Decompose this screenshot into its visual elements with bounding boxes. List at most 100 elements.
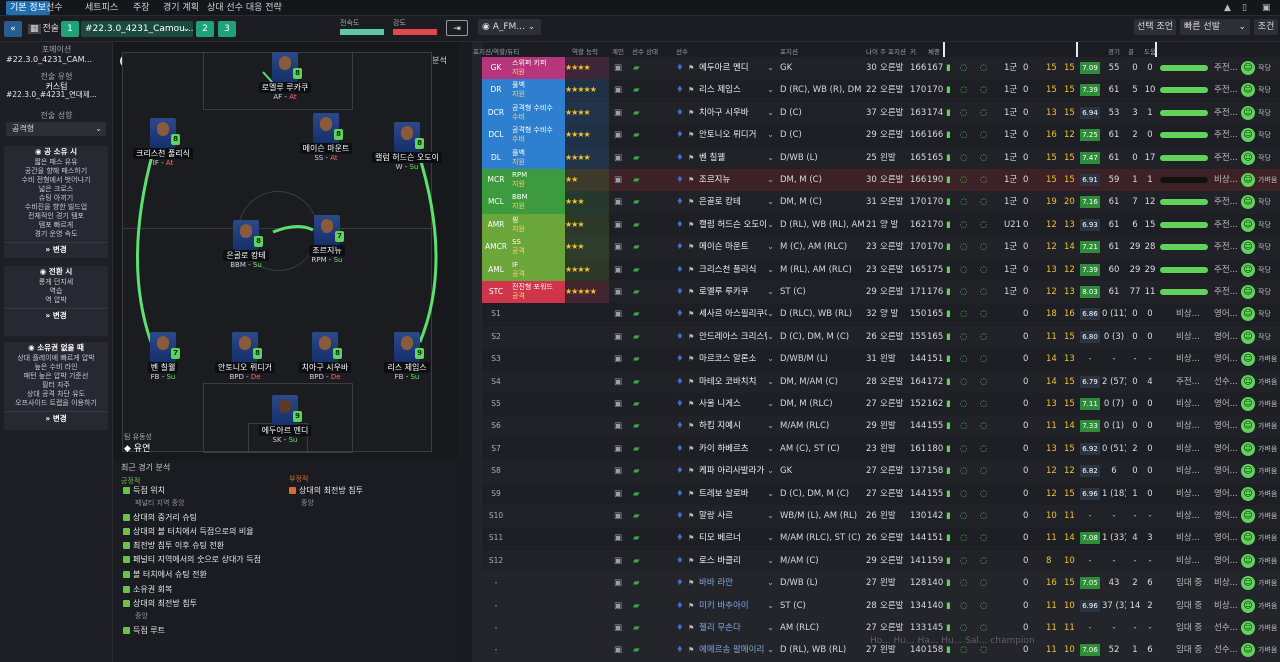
table-row[interactable]: S4 ▣ ▰ ♦ ⚑ 마테오 코바치치 ⌄ DM, M/AM (C) 28 오른발 164 172 ▮ ◌… <box>482 370 1280 393</box>
tab-set-pieces[interactable]: 세트피스 <box>85 1 118 15</box>
change-button[interactable]: » 변경 <box>4 242 108 256</box>
role-cell[interactable]: 전진형 포워드 공격 <box>510 281 565 304</box>
chevron-down-icon[interactable]: ⌄ <box>767 303 775 325</box>
chevron-down-icon[interactable]: ⌄ <box>767 595 775 617</box>
chevron-down-icon[interactable]: ⌄ <box>767 147 775 169</box>
position-cell[interactable]: S5 <box>482 393 510 415</box>
player-name[interactable]: 케파 아리사발라가 <box>699 460 767 482</box>
col-player[interactable]: 선수 <box>676 46 688 56</box>
position-cell[interactable]: DR <box>482 79 510 102</box>
position-cell[interactable]: DCL <box>482 124 510 147</box>
chevron-down-icon[interactable]: ⌄ <box>767 102 775 124</box>
chevron-down-icon[interactable]: ⌄ <box>767 550 775 572</box>
table-row[interactable]: S3 ▣ ▰ ♦ ⚑ 마르코스 알론소 ⌄ D/WB/M (L) 31 왼발 144 151 ▮ ◌ ◌ 0 1… <box>482 348 1280 371</box>
table-drag-handle[interactable] <box>472 42 482 662</box>
player-card[interactable]: 7 조르지뉴 RPM - Su <box>292 215 362 265</box>
col-condition[interactable]: 선수 상태 <box>632 46 658 56</box>
col-height[interactable]: 키 <box>910 46 916 56</box>
table-row[interactable]: AML IF 공격 ★★★★ ▣ ▰ ♦ ⚑ 크리스천 풀리식 ⌄ M (RL), AM (RLC)… <box>482 258 1280 281</box>
table-row[interactable]: MCL BBM 지원 ★★★ ▣ ▰ ♦ ⚑ 은골로 캉테 ⌄ DM, M (C) 31 오른발 170 1… <box>482 191 1280 214</box>
col-goals[interactable]: 골 <box>1128 46 1134 56</box>
player-name[interactable]: 카이 하베르츠 <box>699 438 767 460</box>
tactic-slot-1[interactable]: 1 <box>61 21 79 37</box>
chevron-down-icon[interactable]: ⌄ <box>767 371 775 393</box>
position-cell[interactable]: AMR <box>482 213 510 237</box>
player-name[interactable]: 첼리 무손다 <box>699 617 767 639</box>
chevron-down-icon[interactable]: ⌄ <box>767 505 775 527</box>
change-button[interactable]: » 변경 <box>4 308 108 322</box>
table-row[interactable]: STC 전진형 포워드 공격 ★★★★★ ▣ ▰ ♦ ⚑ 로멜루 루카쿠 ⌄ ST (C) 29 오른발… <box>482 281 1280 304</box>
player-card[interactable]: 7벤 칠웰 FB - Su <box>128 332 198 382</box>
chevron-down-icon[interactable]: ⌄ <box>767 483 775 505</box>
player-name[interactable]: 말랑 사르 <box>699 505 767 527</box>
chevron-down-icon[interactable]: ⌄ <box>767 57 775 79</box>
col-positions[interactable]: 포지션 <box>780 46 798 56</box>
selection-advice-button[interactable]: 선택 조언 <box>1134 19 1176 35</box>
position-cell[interactable]: STC <box>482 281 510 304</box>
chevron-down-icon[interactable]: ⌄ <box>767 639 775 661</box>
tactic-select[interactable]: #22.3.0_4231_Camou... ⌄ <box>81 21 193 37</box>
chevron-down-icon[interactable]: ⌄ <box>767 617 775 639</box>
position-cell[interactable]: S3 <box>482 348 510 370</box>
chevron-down-icon[interactable]: ⌄ <box>767 191 775 213</box>
player-name[interactable]: 안토니오 뤼디거 <box>699 124 767 146</box>
table-row[interactable]: S7 ▣ ▰ ♦ ⚑ 카이 하베르츠 ⌄ AM (C), ST (C) 23 왼발 161 180 ▮ ◌… <box>482 437 1280 461</box>
player-name[interactable]: 마르코스 알론소 <box>699 348 767 370</box>
mentality-select[interactable]: 공격형 ⌄ <box>6 122 106 136</box>
table-row[interactable]: S10 ▣ ▰ ♦ ⚑ 말랑 사르 ⌄ WB/M (L), AM (RL) 26 왼발 130 142… <box>482 505 1280 528</box>
player-card[interactable]: 8 안토니오 뤼디거 BPD - De <box>210 332 280 382</box>
tab-opposition[interactable]: 상대 선수 대응 전략 <box>207 1 282 15</box>
col-age[interactable]: 나이 <box>866 46 878 56</box>
chevron-down-icon[interactable]: ⌄ <box>767 460 775 482</box>
player-card[interactable]: 8 메이슨 마운트 SS - At <box>291 113 361 163</box>
table-row[interactable]: S2 ▣ ▰ ♦ ⚑ 안드레아스 크리스텐센⌄ D (C), DM, M (C) 26오른발 1… <box>482 325 1280 349</box>
tab-match-plan[interactable]: 경기 계획 <box>163 1 199 15</box>
table-row[interactable]: S1 ▣ ▰ ♦ ⚑ 세사르 아스필리쿠에타⌄ D (RLC), WB (RL) 32양 발 1… <box>482 303 1280 326</box>
table-row[interactable]: DCL 공격형 수비수 수비 ★★★★ ▣ ▰ ♦ ⚑ 안토니오 뤼디거 ⌄ D (C) 29 오른발 1… <box>482 124 1280 147</box>
position-cell[interactable]: S2 <box>482 326 510 348</box>
position-cell[interactable]: DCR <box>482 101 510 125</box>
chevron-down-icon[interactable]: ⌄ <box>767 281 775 303</box>
tactic-slot-3[interactable]: 3 <box>218 21 236 37</box>
chevron-down-icon[interactable]: ⌄ <box>767 572 775 594</box>
player-name[interactable]: 트레보 살로바 <box>699 483 767 505</box>
col-games[interactable]: 경기 <box>1108 46 1120 56</box>
lock-icon[interactable]: ▲ <box>1224 1 1231 15</box>
chevron-down-icon[interactable]: ⌄ <box>767 527 775 549</box>
position-cell[interactable]: - <box>482 572 510 594</box>
table-row[interactable]: S9 ▣ ▰ ♦ ⚑ 트레보 살로바 ⌄ D (C), DM, M (C) 27 오른발 144 15… <box>482 482 1280 505</box>
player-name[interactable]: 에두아르 멘디 <box>699 57 767 79</box>
position-cell[interactable]: S9 <box>482 483 510 505</box>
player-name[interactable]: 로멜루 루카쿠 <box>699 281 767 303</box>
reset-icon[interactable]: ⇥ <box>446 20 468 36</box>
table-row[interactable]: S6 ▣ ▰ ♦ ⚑ 하킴 지예시 ⌄ M/AM (RLC) 29 왼발 144 155 ▮ ◌ ◌ 0 11 1… <box>482 415 1280 438</box>
role-cell[interactable]: 스위퍼 키퍼 지원 <box>510 57 565 80</box>
view-select[interactable]: ◉ A_FM... ⌄ <box>478 19 541 35</box>
chevron-down-icon[interactable]: ⌄ <box>767 236 775 258</box>
position-cell[interactable]: AML <box>482 258 510 281</box>
player-card[interactable]: 8 로멜루 루카쿠 AF - At <box>250 52 320 102</box>
col-role-ability[interactable]: 역할 능력 <box>572 46 598 56</box>
chevron-down-icon[interactable]: ⌄ <box>767 348 775 370</box>
help-icon[interactable]: ▯ <box>1242 1 1247 15</box>
player-name[interactable]: 미키 바추아이 <box>699 595 767 617</box>
player-name[interactable]: 은골로 캉테 <box>699 191 767 213</box>
player-name[interactable]: 마테오 코바치치 <box>699 371 767 393</box>
chevron-down-icon[interactable]: ⌄ <box>767 259 775 281</box>
player-card[interactable]: 9 에두아르 멘디 SK - Su <box>250 395 320 445</box>
role-cell[interactable]: 윙 지원 <box>510 213 565 237</box>
position-cell[interactable]: MCR <box>482 169 510 192</box>
player-card[interactable]: 8 캘럼 허드슨 오도이 W - Su <box>372 122 442 172</box>
table-row[interactable]: DL 풀백 지원 ★★★★ ▣ ▰ ♦ ⚑ 벤 칠웰 ⌄ D/WB (L) 25 왼발 165 165 ▮ ◌ ◌… <box>482 146 1280 169</box>
player-name[interactable]: 안드레아스 크리스텐센 <box>699 326 767 348</box>
table-row[interactable]: - ▣ ▰ ♦ ⚑ 바바 라만 ⌄ D/WB (L) 27 왼발 128 140 ▮ ◌ ◌ 0 16 15 7.0… <box>482 572 1280 595</box>
role-cell[interactable]: 공격형 수비수 수비 <box>510 124 565 147</box>
table-row[interactable]: S5 ▣ ▰ ♦ ⚑ 사울 니게스 ⌄ DM, M (RLC) 27 오른발 152 162 ▮ ◌ ◌ 0 1… <box>482 393 1280 416</box>
position-cell[interactable]: DL <box>482 146 510 169</box>
tactic-slot-2[interactable]: 2 <box>196 21 214 37</box>
tab-players[interactable]: 선수 <box>46 1 63 15</box>
position-cell[interactable]: S11 <box>482 527 510 549</box>
chevron-down-icon[interactable]: ⌄ <box>767 169 775 191</box>
table-row[interactable]: S8 ▣ ▰ ♦ ⚑ 케파 아리사발라가 ⌄ GK 27 오른발 137 158 ▮ ◌ ◌ 0 12 12 6.8… <box>482 460 1280 483</box>
table-row[interactable]: S11 ▣ ▰ ♦ ⚑ 티모 베르너 ⌄ M/AM (RLC), ST (C) 26 오른발 144… <box>482 527 1280 550</box>
